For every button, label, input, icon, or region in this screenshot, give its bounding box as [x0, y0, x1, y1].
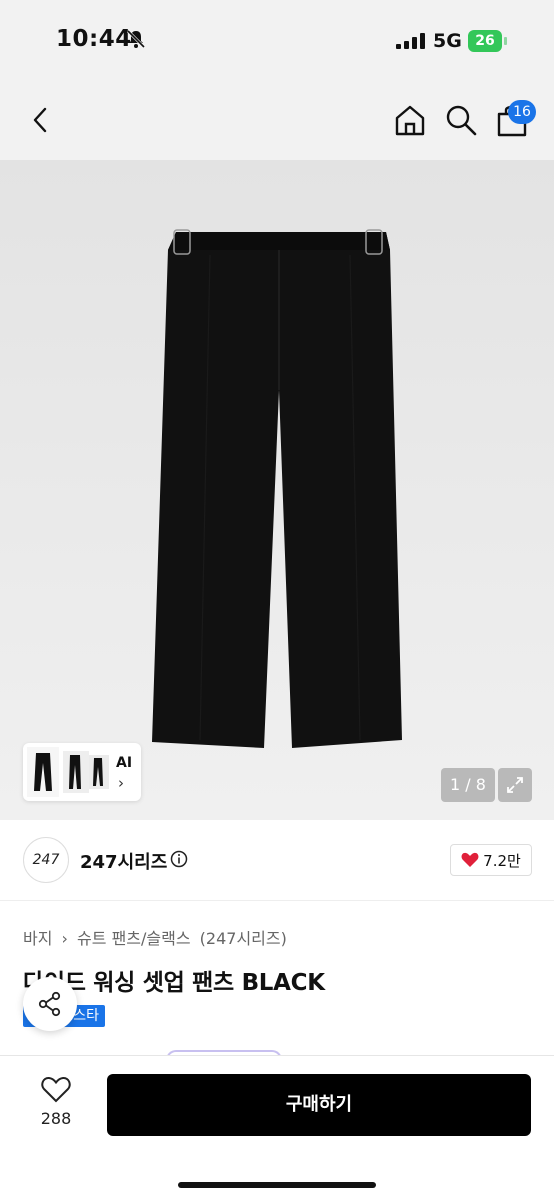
expand-icon: [507, 777, 523, 793]
status-bar: 10:44 5G 26: [0, 0, 554, 80]
network-type: 5G: [433, 30, 462, 52]
cart-count-badge: 16: [508, 100, 536, 124]
image-pager: 1 / 8: [441, 768, 495, 802]
breadcrumb-item[interactable]: 슈트 팬츠/슬랙스: [77, 929, 191, 948]
battery-icon: 26: [468, 30, 502, 52]
home-indicator: [178, 1182, 376, 1188]
ai-similar-items-card[interactable]: [23, 743, 141, 801]
pants-image: [152, 229, 402, 748]
expand-button[interactable]: [498, 768, 532, 802]
brand-row: 247 247시리즈 7.2만: [0, 820, 554, 901]
search-button[interactable]: [443, 102, 479, 138]
status-time: 10:44: [56, 26, 132, 52]
breadcrumb: 바지 › 슈트 팬츠/슬랙스 (247시리즈): [23, 925, 291, 949]
brand-logo-text: 247: [32, 852, 60, 868]
product-image-gallery[interactable]: [0, 160, 554, 820]
home-icon: [395, 105, 425, 136]
brand-name[interactable]: 247시리즈: [80, 848, 167, 874]
buy-button[interactable]: 구매하기: [107, 1074, 531, 1136]
heart-filled-icon: [461, 852, 479, 867]
home-button[interactable]: [392, 102, 428, 138]
breadcrumb-item[interactable]: 바지: [23, 929, 52, 948]
bell-muted-icon: [126, 29, 146, 49]
info-icon[interactable]: [170, 850, 188, 868]
app-header: [0, 80, 554, 160]
share-button[interactable]: [23, 977, 77, 1031]
chevron-right-icon: ›: [118, 774, 124, 792]
bottom-action-bar: 288 구매하기: [0, 1055, 554, 1201]
breadcrumb-item[interactable]: (247시리즈): [200, 929, 287, 948]
wishlist-button[interactable]: 288: [28, 1076, 84, 1136]
share-icon: [38, 991, 61, 1017]
brand-logo[interactable]: 247: [23, 837, 69, 883]
thumbnail-image: [27, 747, 109, 797]
signal-icon: [396, 33, 425, 49]
ai-label: AI: [116, 755, 133, 771]
brand-like-count: 7.2만: [483, 851, 521, 870]
battery-tip: [504, 37, 507, 45]
back-button[interactable]: [22, 102, 58, 138]
search-icon: [446, 105, 477, 136]
wishlist-count: 288: [40, 1109, 72, 1128]
heart-outline-icon: [41, 1077, 71, 1103]
breadcrumb-separator: ›: [61, 929, 68, 948]
brand-like-button[interactable]: 7.2만: [450, 844, 532, 876]
chevron-left-icon: [33, 107, 47, 133]
